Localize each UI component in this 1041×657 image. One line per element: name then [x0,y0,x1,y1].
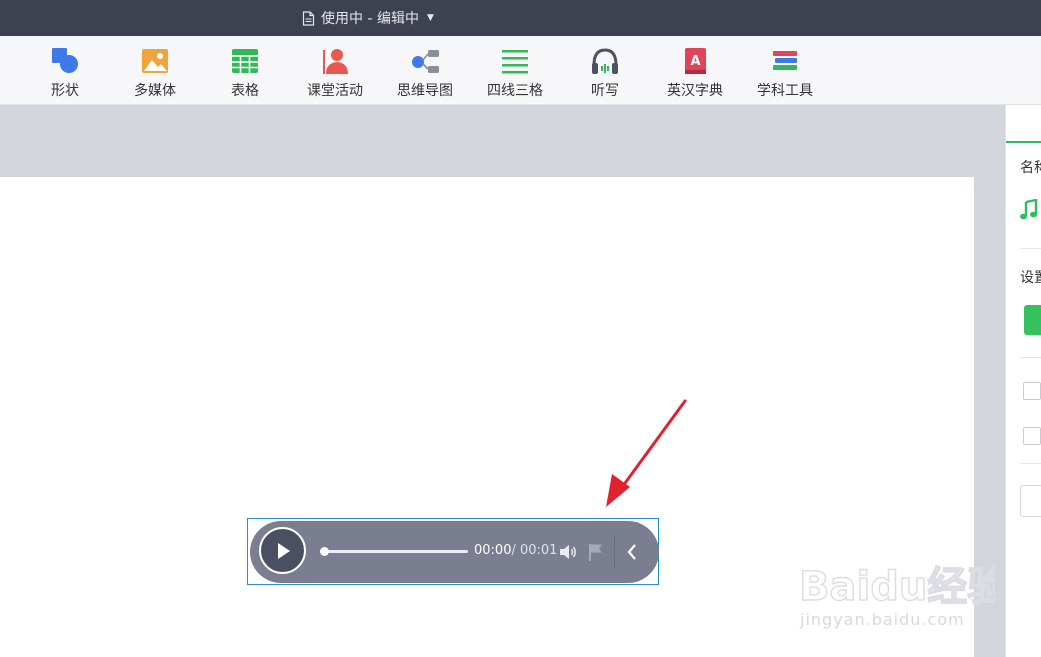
watermark-url: jingyan.baidu.com [800,610,965,629]
baidu-jingyan-watermark: Baidu经验 [798,563,995,610]
svg-text:Baidu经验: Baidu经验 [799,564,995,610]
